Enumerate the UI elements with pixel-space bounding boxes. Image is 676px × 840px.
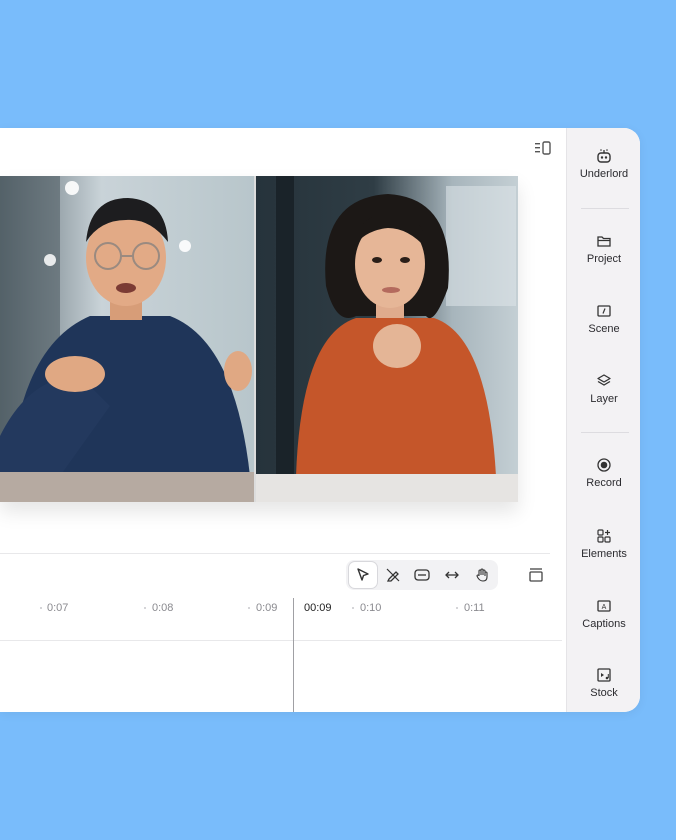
robot-icon [597,149,611,163]
pen-slash-icon [386,568,400,582]
sidebar-item-underlord[interactable]: Underlord [567,148,640,180]
participant-right-image [256,176,516,502]
participant-left-video [0,176,254,502]
sidebar-item-label: Layer [590,393,618,405]
folder-icon [597,236,611,247]
tick-label: 0:10 [360,602,382,614]
track-view-icon[interactable] [528,567,544,583]
hand-tool-button[interactable] [468,562,496,588]
video-preview[interactable] [0,176,518,502]
sidebar-item-project[interactable]: Project [567,233,640,265]
scene-icon [597,305,611,317]
sidebar-separator [581,208,629,209]
sidebar-item-layer[interactable]: Layer [567,373,640,405]
sidebar-item-label: Record [586,477,622,489]
desk-left [0,472,254,502]
ripple-icon [414,569,431,581]
right-sidebar: Underlord Project Scene Layer Record Ele… [566,128,640,712]
sidebar-item-record[interactable]: Record [567,457,640,489]
sidebar-item-elements[interactable]: Elements [567,528,640,560]
participant-right-video [256,176,518,502]
sidebar-item-stock[interactable]: Stock [567,667,640,699]
ripple-tool-button[interactable] [409,562,437,588]
hand-icon [476,568,488,582]
sidebar-item-scene[interactable]: Scene [567,303,640,335]
layout-toggle-icon[interactable] [535,141,551,155]
sidebar-item-label: Scene [588,323,620,335]
timeline-ruler[interactable]: 0:07 0:08 0:09 00:09 0:10 0:11 [0,598,562,622]
tick-label: 0:08 [152,602,174,614]
select-tool-button[interactable] [349,562,377,588]
sidebar-item-label: Elements [581,548,627,560]
sidebar-item-label: Captions [582,618,626,630]
timeline-tool-group [346,560,498,590]
ruler-divider [0,640,562,641]
sidebar-item-label: Project [586,253,622,265]
canvas-stage [0,128,566,554]
svg-text:A: A [602,604,607,611]
editor-window: 0:07 0:08 0:09 00:09 0:10 0:11 Underlord [0,128,640,712]
cursor-icon [357,568,369,581]
horizontal-arrows-icon [445,571,460,579]
tick-label: 0:11 [464,602,485,614]
playhead[interactable] [293,598,294,712]
sidebar-item-captions[interactable]: A Captions [567,598,640,630]
desk-right [256,474,518,502]
tick-label: 0:09 [256,602,278,614]
sidebar-item-label: Stock [590,687,618,699]
participant-left-image [0,176,252,502]
record-icon [597,458,611,472]
current-time-label: 00:09 [304,602,332,614]
tick-label: 0:07 [47,602,69,614]
layers-icon [597,374,611,386]
sidebar-item-label: Underlord [579,168,629,180]
blade-tool-button[interactable] [379,562,407,588]
stretch-tool-button[interactable] [438,562,466,588]
captions-icon: A [597,600,611,612]
canvas-timeline-divider [0,553,550,554]
sidebar-separator [581,432,629,433]
stock-icon [597,668,611,682]
elements-icon [597,529,611,543]
